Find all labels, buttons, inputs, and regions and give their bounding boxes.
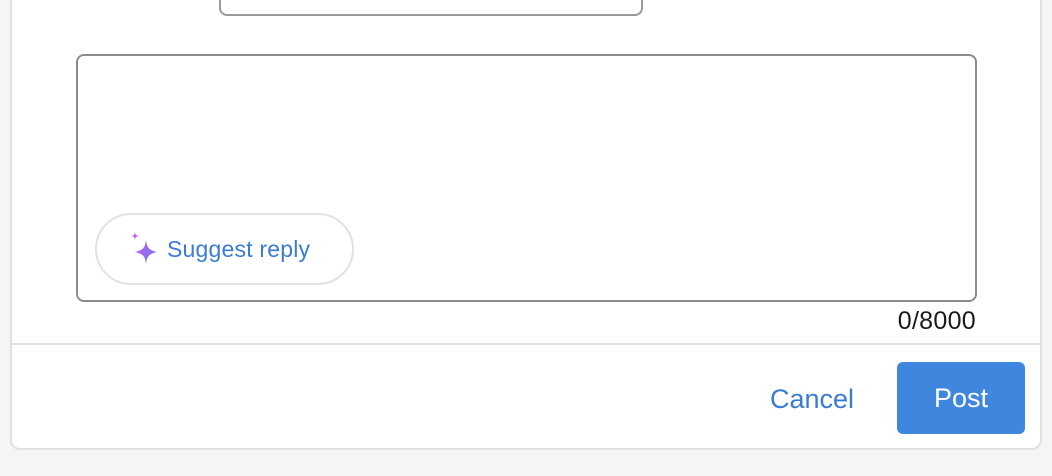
previous-comment-box xyxy=(219,0,643,16)
footer-divider xyxy=(12,343,1040,345)
reply-composer: Suggest reply xyxy=(76,54,977,302)
suggest-reply-label: Suggest reply xyxy=(167,235,311,262)
suggest-reply-button[interactable]: Suggest reply xyxy=(95,213,354,285)
post-button[interactable]: Post xyxy=(897,362,1025,434)
cancel-button[interactable]: Cancel xyxy=(752,364,872,434)
reply-textarea[interactable] xyxy=(78,56,975,206)
sparkle-icon xyxy=(129,232,159,266)
character-counter: 0/8000 xyxy=(897,307,976,335)
